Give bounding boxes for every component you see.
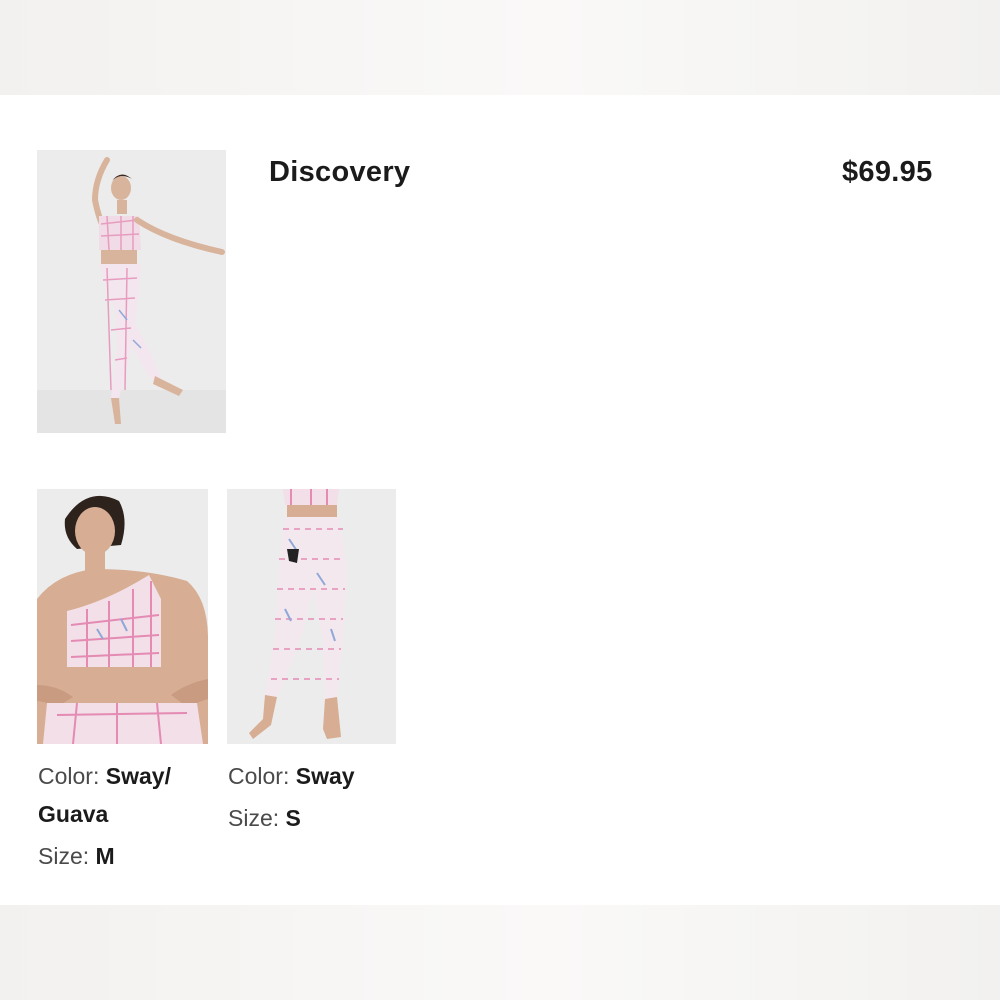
blurred-footer-background: [0, 905, 1000, 1000]
color-value: Sway/: [105, 763, 171, 789]
item2-size: Size: S: [228, 799, 398, 837]
item1-color-continued: Guava: [38, 795, 208, 833]
size-value: M: [95, 843, 115, 869]
item2-color: Color: Sway: [228, 757, 398, 795]
blurred-header-background: [0, 0, 1000, 95]
outfit-product-image[interactable]: [37, 150, 226, 433]
size-value: S: [285, 805, 301, 831]
size-label: Size:: [228, 805, 280, 831]
color-label: Color:: [228, 763, 290, 789]
color-label: Color:: [38, 763, 100, 789]
leggings-image[interactable]: [227, 489, 396, 744]
item1-size: Size: M: [38, 837, 208, 875]
item1-attributes: Color: Sway/ Guava Size: M: [38, 757, 208, 875]
color-value: Sway: [295, 763, 355, 789]
product-price: $69.95: [842, 156, 933, 188]
color-value-continued: Guava: [38, 801, 109, 827]
product-title[interactable]: Discovery: [269, 156, 410, 189]
item2-attributes: Color: Sway Size: S: [228, 757, 398, 837]
size-label: Size:: [38, 843, 90, 869]
sports-bra-image[interactable]: [37, 489, 208, 744]
item1-color: Color: Sway/: [38, 757, 208, 795]
